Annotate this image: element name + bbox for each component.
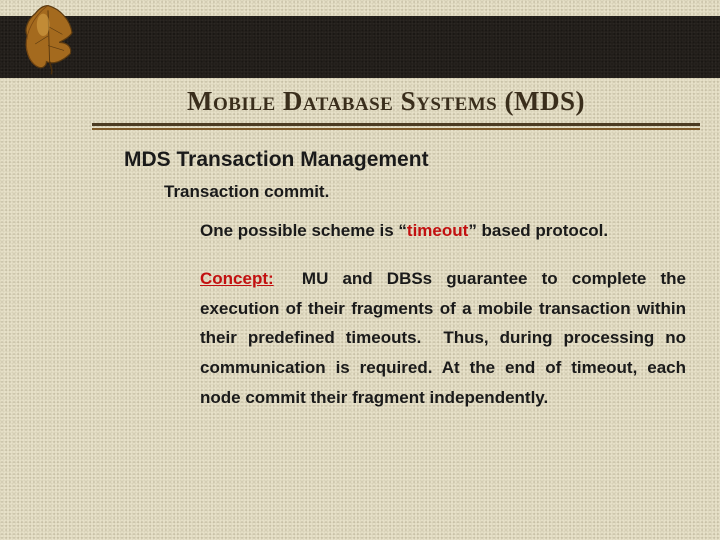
title-rule-2	[92, 128, 700, 130]
top-decor-strip	[0, 16, 720, 78]
leaf-icon	[8, 0, 88, 76]
concept-label: Concept:	[200, 269, 274, 288]
scheme-line: One possible scheme is “timeout” based p…	[200, 216, 686, 246]
title-rule-1	[92, 123, 700, 126]
content-area: Mobile Database Systems (MDS) MDS Transa…	[92, 86, 700, 526]
scheme-pre: One possible scheme is “	[200, 221, 407, 240]
concept-paragraph: Concept: MU and DBSs guarantee to comple…	[200, 264, 686, 413]
scheme-post: ” based protocol.	[468, 221, 608, 240]
subheading: Transaction commit.	[164, 182, 700, 202]
slide-title: Mobile Database Systems (MDS)	[92, 86, 680, 117]
scheme-keyword: timeout	[407, 221, 468, 240]
section-heading: MDS Transaction Management	[124, 148, 700, 172]
